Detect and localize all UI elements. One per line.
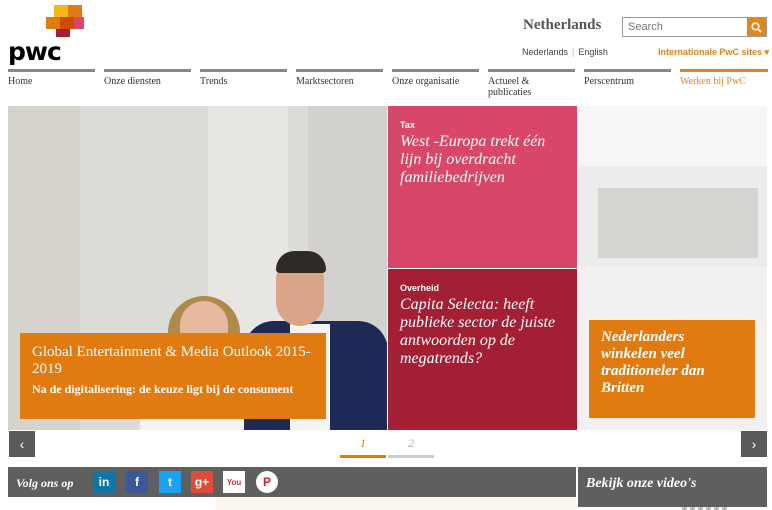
pwc-logo[interactable]: pwc [8, 5, 84, 66]
chevron-right-icon: › [751, 436, 757, 452]
logo-block [56, 29, 70, 37]
youtube-icon[interactable]: You [223, 471, 245, 493]
logo-block [68, 5, 82, 17]
country-label: Netherlands [523, 17, 602, 33]
search-box [622, 17, 767, 37]
chevron-left-icon: ‹ [19, 436, 25, 452]
logo-block [60, 17, 74, 29]
search-button[interactable] [747, 18, 766, 36]
nav-item-marktsectoren[interactable]: Marktsectoren [296, 69, 383, 89]
nav-item-actueel[interactable]: Actueel & publicaties [488, 69, 575, 98]
linkedin-icon[interactable]: in [93, 471, 115, 493]
pinterest-icon[interactable]: P [256, 471, 278, 493]
logo-text: pwc [8, 37, 62, 66]
mall-ceiling [578, 106, 767, 166]
page-indicator-bar [388, 455, 434, 458]
main-nav: Home Onze diensten Trends Marktsectoren … [8, 69, 768, 98]
facebook-icon[interactable]: f [126, 471, 148, 493]
logo-block [54, 5, 68, 17]
carousel-prev-button[interactable]: ‹ [9, 431, 35, 457]
lang-link-en[interactable]: English [578, 47, 608, 57]
lang-link-nl[interactable]: Nederlands [522, 47, 568, 57]
hero-title: Global Entertainment & Media Outlook 201… [32, 344, 311, 377]
tile-headline: Nederlanders winkelen veel traditioneler… [601, 329, 705, 396]
language-switcher: Nederlands | English [522, 47, 608, 57]
videos-label: Bekijk onze video's [586, 476, 697, 491]
hero-subtitle: Na de digitalisering: de keuze ligt bij … [32, 382, 294, 396]
carousel-page-2[interactable]: 2 [388, 436, 434, 458]
carousel-page-1[interactable]: 1 [340, 436, 386, 458]
nav-item-onze-diensten[interactable]: Onze diensten [104, 69, 191, 89]
tile-category: Tax [400, 120, 415, 130]
page-indicator-bar [340, 455, 386, 458]
nav-item-trends[interactable]: Trends [200, 69, 287, 89]
magnifier-icon [751, 21, 762, 33]
nav-item-onze-organisatie[interactable]: Onze organisatie [392, 69, 479, 89]
tile-tax[interactable]: Tax West -Europa trekt één lijn bij over… [388, 106, 577, 268]
hero-caption-box[interactable]: Global Entertainment & Media Outlook 201… [20, 333, 326, 419]
lang-divider: | [572, 47, 575, 57]
intl-sites-dropdown[interactable]: Internationale PwC sites ▾ [658, 47, 769, 58]
content-peek [216, 497, 576, 510]
nav-item-werken-bij-pwc[interactable]: Werken bij PwC [680, 69, 768, 89]
logo-block [46, 17, 60, 29]
google-plus-icon[interactable]: g+ [191, 471, 213, 493]
logo-block [74, 17, 84, 29]
search-input[interactable] [623, 18, 747, 36]
pwc-homepage: pwc Netherlands Nederlands |English Inter… [0, 0, 772, 510]
page-number: 1 [360, 436, 366, 450]
social-label: Volg ons op [16, 476, 74, 490]
tile-category: Overheid [400, 283, 440, 293]
videos-panel[interactable]: Bekijk onze video's [578, 467, 767, 510]
social-bar: Volg ons op in f t g+ You P [8, 467, 576, 497]
mall-storefronts [598, 188, 758, 258]
nav-item-perscentrum[interactable]: Perscentrum [584, 69, 671, 89]
tile-headline: Capita Selecta: heeft publieke sector de… [400, 296, 556, 367]
carousel-next-button[interactable]: › [741, 431, 767, 457]
videos-dots [674, 499, 730, 510]
tile-headline: West -Europa trekt één lijn bij overdrac… [400, 133, 546, 186]
nav-item-home[interactable]: Home [8, 69, 95, 89]
page-number: 2 [408, 436, 414, 450]
hero-person-man-hair [276, 251, 326, 273]
tile-retail-caption[interactable]: Nederlanders winkelen veel traditioneler… [589, 320, 755, 418]
twitter-icon[interactable]: t [159, 471, 181, 493]
tile-overheid[interactable]: Overheid Capita Selecta: heeft publieke … [388, 269, 577, 430]
